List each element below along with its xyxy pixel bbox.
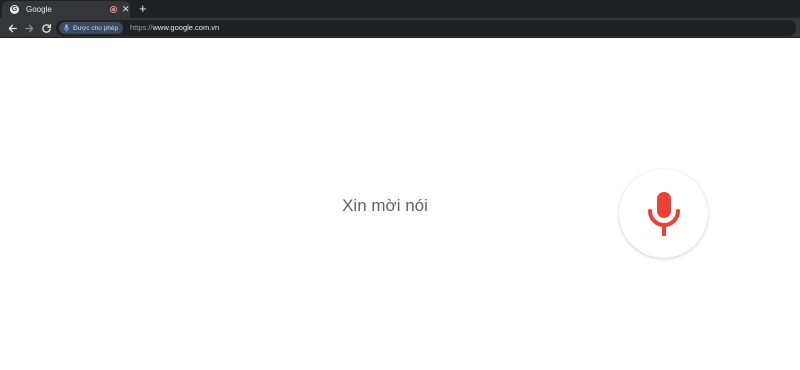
reload-button[interactable]	[38, 20, 54, 36]
tab-strip: G Google ✕ +	[0, 0, 800, 18]
google-favicon-icon: G	[10, 5, 19, 14]
tab-title: Google	[26, 5, 52, 14]
new-tab-button[interactable]: +	[139, 1, 147, 16]
url-scheme: https://	[130, 23, 153, 32]
forward-button[interactable]	[21, 20, 37, 36]
back-button[interactable]	[4, 20, 20, 36]
microphone-icon	[647, 191, 680, 236]
browser-toolbar: Được cho phép https://www.google.com.vn	[0, 18, 800, 38]
microphone-button[interactable]	[619, 169, 708, 258]
favicon-letter: G	[11, 6, 18, 13]
address-bar[interactable]: Được cho phép https://www.google.com.vn	[56, 20, 796, 36]
mic-permission-chip[interactable]: Được cho phép	[59, 22, 124, 34]
reload-icon	[41, 23, 51, 33]
tab-google[interactable]: G Google ✕	[2, 1, 130, 18]
url-text[interactable]: https://www.google.com.vn	[130, 23, 219, 33]
forward-arrow-icon	[24, 24, 33, 32]
tab-close-icon[interactable]: ✕	[122, 3, 130, 15]
back-arrow-icon	[8, 24, 17, 32]
permission-label: Được cho phép	[73, 24, 119, 32]
recording-icon	[110, 6, 117, 13]
url-host: www.google.com.vn	[152, 23, 220, 32]
microphone-icon	[63, 24, 70, 32]
page-content: Xin mời nói	[0, 39, 800, 370]
speak-prompt: Xin mời nói	[342, 196, 428, 215]
